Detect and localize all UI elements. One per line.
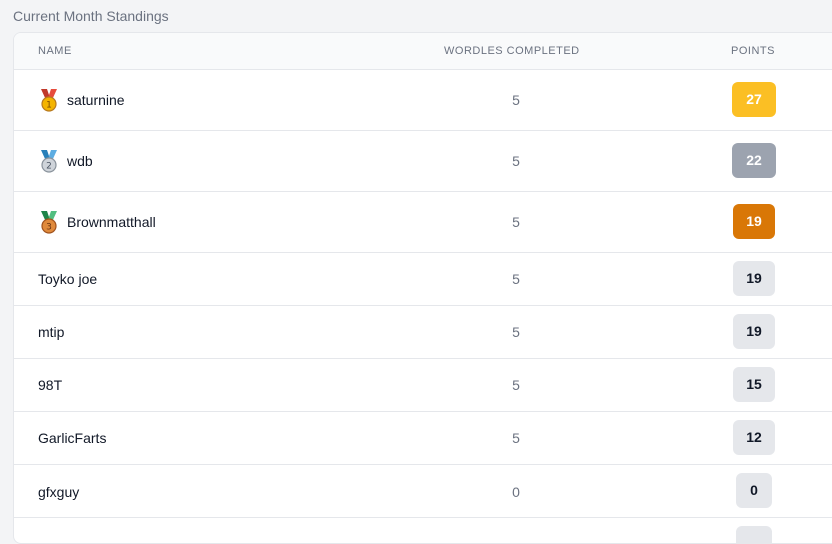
column-header-name[interactable]: NAME bbox=[38, 45, 72, 57]
player-cell: GarlicFarts bbox=[38, 430, 106, 446]
column-header-wordles-completed[interactable]: WORDLES COMPLETED bbox=[444, 45, 580, 57]
player-name[interactable]: 98T bbox=[38, 377, 62, 393]
player-cell: 3 Brownmatthall bbox=[38, 210, 156, 234]
points-badge: 0 bbox=[736, 473, 772, 508]
silver-medal-icon: 2 bbox=[38, 149, 60, 173]
player-cell: 2 wdb bbox=[38, 149, 93, 173]
player-cell: 98T bbox=[38, 377, 62, 393]
player-name[interactable]: saturnine bbox=[67, 92, 125, 108]
wordles-completed-value: 5 bbox=[512, 92, 520, 108]
svg-text:2: 2 bbox=[46, 162, 52, 172]
wordles-completed-value: 5 bbox=[512, 377, 520, 393]
player-name[interactable]: wdb bbox=[67, 153, 93, 169]
section-title: Current Month Standings bbox=[13, 8, 169, 24]
table-row bbox=[14, 518, 832, 543]
wordles-completed-value: 5 bbox=[512, 324, 520, 340]
player-name[interactable]: mtip bbox=[38, 324, 64, 340]
bronze-medal-icon: 3 bbox=[38, 210, 60, 234]
points-badge: 19 bbox=[733, 314, 775, 349]
table-header: NAME WORDLES COMPLETED POINTS bbox=[14, 33, 832, 70]
points-badge: 15 bbox=[733, 367, 775, 402]
table-row: 1 saturnine 5 27 bbox=[14, 70, 832, 131]
table-row: Toyko joe 5 19 bbox=[14, 253, 832, 306]
points-badge: 22 bbox=[732, 143, 776, 178]
table-row: GarlicFarts 5 12 bbox=[14, 412, 832, 465]
player-cell: 1 saturnine bbox=[38, 88, 125, 112]
table-row: gfxguy 0 0 bbox=[14, 465, 832, 518]
player-name[interactable]: gfxguy bbox=[38, 484, 79, 500]
player-name[interactable]: Brownmatthall bbox=[67, 214, 156, 230]
points-badge: 19 bbox=[733, 204, 775, 239]
player-name[interactable]: GarlicFarts bbox=[38, 430, 106, 446]
points-badge bbox=[736, 526, 772, 543]
points-badge: 19 bbox=[733, 261, 775, 296]
svg-text:3: 3 bbox=[46, 223, 52, 233]
player-name[interactable]: Toyko joe bbox=[38, 271, 97, 287]
table-row: 98T 5 15 bbox=[14, 359, 832, 412]
player-cell: Toyko joe bbox=[38, 271, 97, 287]
player-cell: mtip bbox=[38, 324, 64, 340]
points-badge: 27 bbox=[732, 82, 776, 117]
standings-table: NAME WORDLES COMPLETED POINTS 1 saturnin… bbox=[13, 32, 832, 544]
points-badge: 12 bbox=[733, 420, 775, 455]
wordles-completed-value: 5 bbox=[512, 214, 520, 230]
player-cell: gfxguy bbox=[38, 484, 79, 500]
wordles-completed-value: 5 bbox=[512, 430, 520, 446]
table-row: mtip 5 19 bbox=[14, 306, 832, 359]
wordles-completed-value: 5 bbox=[512, 153, 520, 169]
gold-medal-icon: 1 bbox=[38, 88, 60, 112]
svg-text:1: 1 bbox=[46, 101, 52, 111]
table-row: 3 Brownmatthall 5 19 bbox=[14, 192, 832, 253]
table-row: 2 wdb 5 22 bbox=[14, 131, 832, 192]
wordles-completed-value: 5 bbox=[512, 271, 520, 287]
wordles-completed-value: 0 bbox=[512, 484, 520, 500]
column-header-points[interactable]: POINTS bbox=[731, 45, 775, 57]
